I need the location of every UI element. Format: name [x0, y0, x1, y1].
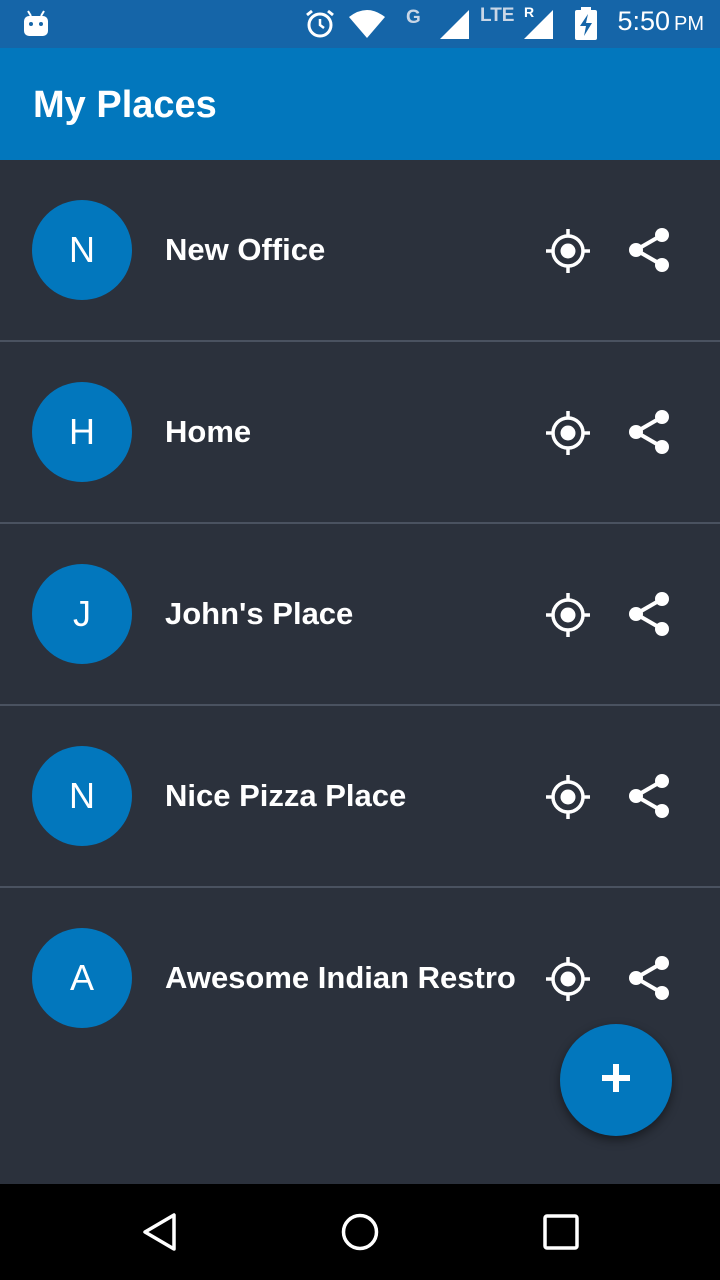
place-name: Awesome Indian Restro [165, 960, 516, 995]
recents-icon[interactable] [541, 1212, 581, 1252]
list-item[interactable]: N Nice Pizza Place [0, 706, 720, 888]
place-name: Home [165, 414, 252, 449]
network-type-label: G [406, 7, 421, 28]
signal-icon [438, 0, 470, 48]
status-time: 5:50 PM [617, 6, 704, 36]
list-item[interactable]: J John's Place [0, 524, 720, 706]
place-name: Nice Pizza Place [165, 778, 407, 813]
locate-icon[interactable] [544, 773, 592, 821]
locate-icon[interactable] [544, 409, 592, 457]
list-item[interactable]: N New Office [0, 160, 720, 342]
lte-label: LTE [480, 5, 515, 26]
avatar: N [32, 746, 132, 846]
battery-charging-icon [574, 0, 598, 48]
list-item[interactable]: H Home [0, 342, 720, 524]
wifi-icon [348, 0, 386, 48]
android-debug-icon [22, 10, 50, 41]
plus-icon [601, 1063, 631, 1098]
place-name: New Office [165, 232, 326, 267]
signal-roaming-icon [522, 0, 554, 48]
home-icon[interactable] [340, 1212, 380, 1252]
status-bar: G LTE R 5:50 PM [0, 0, 720, 48]
navigation-bar [0, 1184, 720, 1280]
share-icon[interactable] [626, 227, 672, 273]
locate-icon[interactable] [544, 955, 592, 1003]
locate-icon[interactable] [544, 591, 592, 639]
places-list: N New Office H Home J John's Place N Nic… [0, 160, 720, 1070]
app-bar: My Places [0, 48, 720, 160]
avatar: J [32, 564, 132, 664]
locate-icon[interactable] [544, 227, 592, 275]
share-icon[interactable] [626, 591, 672, 637]
alarm-icon [304, 0, 336, 48]
share-icon[interactable] [626, 955, 672, 1001]
avatar: H [32, 382, 132, 482]
place-name: John's Place [165, 596, 354, 631]
share-icon[interactable] [626, 773, 672, 819]
avatar: N [32, 200, 132, 300]
back-icon[interactable] [140, 1212, 180, 1252]
share-icon[interactable] [626, 409, 672, 455]
page-title: My Places [33, 84, 217, 126]
add-place-button[interactable] [560, 1024, 672, 1136]
avatar: A [32, 928, 132, 1028]
